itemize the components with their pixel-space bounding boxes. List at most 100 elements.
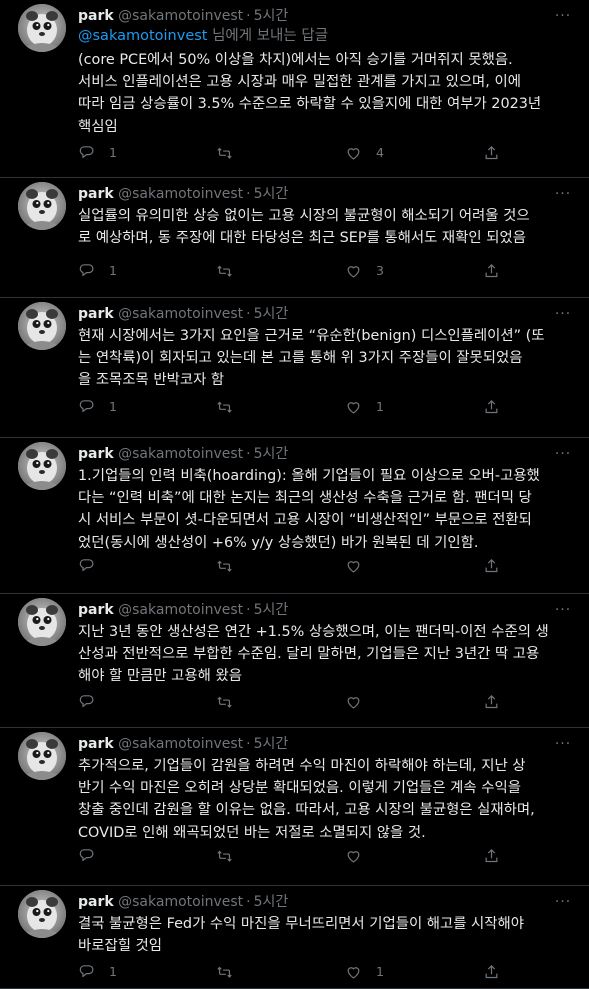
- retweet-button[interactable]: [216, 845, 247, 865]
- tweet[interactable]: park @sakamotoinvest · 5시간 ··· 현재 시장에서는 3가지 …: [0, 298, 589, 438]
- share-button[interactable]: [483, 691, 500, 711]
- author-name[interactable]: park: [78, 894, 114, 910]
- retweet-button[interactable]: [216, 142, 247, 162]
- like-count: 1: [376, 963, 384, 979]
- share-button[interactable]: [483, 142, 500, 162]
- reply-icon: [79, 848, 94, 861]
- avatar[interactable]: [18, 732, 66, 780]
- tweet-actions: [78, 555, 577, 575]
- heart-icon: [347, 696, 360, 708]
- reply-button[interactable]: 1: [78, 396, 117, 416]
- tweet-text-line: 1.기업들의 인력 비축(hoarding): 올해 기업들이 필요 이상으로 …: [78, 468, 540, 484]
- tweet[interactable]: park @sakamotoinvest · 5시간 ··· @sakamotoinve…: [0, 0, 589, 178]
- tweet[interactable]: park @sakamotoinvest · 5시간 ··· 추가적으로, 기업들이 감…: [0, 728, 589, 886]
- timestamp[interactable]: 5시간: [254, 8, 289, 24]
- tweet-text-line: 실업률의 유의미한 상승 없이는 고용 시장의 불균형이 해소되기 어려울 것으: [78, 208, 530, 224]
- like-button[interactable]: [345, 691, 376, 711]
- author-handle[interactable]: @sakamotoinvest: [118, 446, 243, 462]
- tweet[interactable]: park @sakamotoinvest · 5시간 ··· 결국 불균형은 Fed가 …: [0, 886, 589, 989]
- share-button[interactable]: [483, 555, 500, 575]
- tweet-header: park @sakamotoinvest · 5시간: [78, 892, 288, 912]
- timestamp[interactable]: 5시간: [254, 306, 289, 322]
- reply-to-label: 님에게 보내는 답글: [207, 28, 329, 44]
- share-button[interactable]: [483, 396, 500, 416]
- more-options-icon[interactable]: ···: [553, 444, 573, 464]
- timestamp[interactable]: 5시간: [254, 894, 289, 910]
- share-icon: [485, 263, 498, 277]
- retweet-button[interactable]: [216, 961, 247, 981]
- reply-button[interactable]: 1: [78, 142, 117, 162]
- author-handle[interactable]: @sakamotoinvest: [118, 8, 243, 24]
- tweet-header: park @sakamotoinvest · 5시간: [78, 734, 288, 754]
- reply-mention-link[interactable]: @sakamotoinvest: [78, 28, 207, 44]
- more-options-icon[interactable]: ···: [553, 734, 573, 754]
- tweet-text-line: 다는 “인력 비축”에 대한 논지는 최근의 생산성 수축을 근거로 함. 팬더…: [78, 490, 532, 507]
- author-name[interactable]: park: [78, 602, 114, 618]
- heart-icon: [347, 401, 360, 413]
- reply-button[interactable]: 1: [78, 260, 117, 280]
- author-name[interactable]: park: [78, 186, 114, 202]
- share-button[interactable]: [483, 845, 500, 865]
- reply-icon: [79, 399, 94, 412]
- avatar[interactable]: [18, 302, 66, 350]
- like-button[interactable]: [345, 845, 376, 865]
- retweet-button[interactable]: [216, 396, 247, 416]
- more-options-icon[interactable]: ···: [553, 600, 573, 620]
- heart-icon: [347, 966, 360, 978]
- author-handle[interactable]: @sakamotoinvest: [118, 894, 243, 910]
- avatar[interactable]: [18, 4, 66, 52]
- author-handle[interactable]: @sakamotoinvest: [118, 186, 243, 202]
- retweet-button[interactable]: [216, 691, 247, 711]
- like-button[interactable]: 3: [345, 260, 384, 280]
- author-handle[interactable]: @sakamotoinvest: [118, 602, 243, 618]
- author-name[interactable]: park: [78, 8, 114, 24]
- share-icon: [485, 694, 498, 708]
- replying-to: @sakamotoinvest 님에게 보내는 답글: [78, 24, 328, 48]
- reply-button[interactable]: [78, 845, 109, 865]
- tweet-text: 현재 시장에서는 3가지 요인을 근거로 “유순한(benign) 디스인플레이…: [78, 325, 577, 392]
- separator-dot: ·: [246, 186, 251, 202]
- tweet[interactable]: park @sakamotoinvest · 5시간 ··· 실업률의 유의미한 상승 …: [0, 178, 589, 298]
- reply-button[interactable]: 1: [78, 961, 117, 981]
- timestamp[interactable]: 5시간: [254, 186, 289, 202]
- more-options-icon[interactable]: ···: [553, 6, 573, 26]
- author-handle[interactable]: @sakamotoinvest: [118, 736, 243, 752]
- more-options-icon[interactable]: ···: [553, 184, 573, 204]
- timestamp[interactable]: 5시간: [254, 446, 289, 462]
- retweet-icon: [217, 147, 232, 159]
- tweet-text: 결국 불균형은 Fed가 수익 마진을 무너뜨리면서 기업들이 해고를 시작해야…: [78, 913, 577, 957]
- author-name[interactable]: park: [78, 736, 114, 752]
- like-button[interactable]: [345, 555, 376, 575]
- tweet[interactable]: park @sakamotoinvest · 5시간 ··· 지난 3년 동안 생산성은…: [0, 594, 589, 728]
- avatar[interactable]: [18, 182, 66, 230]
- share-button[interactable]: [483, 961, 500, 981]
- timestamp[interactable]: 5시간: [254, 602, 289, 618]
- tweet-text-line: 추가적으로, 기업들이 감원을 하려면 수익 마진이 하락해야 하는데, 지난 …: [78, 758, 526, 774]
- reply-icon: [79, 694, 94, 707]
- tweet-header: park @sakamotoinvest · 5시간: [78, 600, 288, 620]
- heart-icon: [347, 850, 360, 862]
- separator-dot: ·: [246, 446, 251, 462]
- author-name[interactable]: park: [78, 446, 114, 462]
- like-button[interactable]: 1: [345, 396, 384, 416]
- reply-button[interactable]: [78, 691, 109, 711]
- retweet-button[interactable]: [216, 555, 247, 575]
- timestamp[interactable]: 5시간: [254, 736, 289, 752]
- tweet-actions: [78, 691, 577, 711]
- author-handle[interactable]: @sakamotoinvest: [118, 306, 243, 322]
- like-button[interactable]: 4: [345, 142, 384, 162]
- reply-count: 1: [109, 262, 117, 278]
- retweet-button[interactable]: [216, 260, 247, 280]
- reply-button[interactable]: [78, 555, 109, 575]
- share-button[interactable]: [483, 260, 500, 280]
- tweet[interactable]: park @sakamotoinvest · 5시간 ··· 1.기업들의 인력 비축(…: [0, 438, 589, 594]
- avatar[interactable]: [18, 890, 66, 938]
- separator-dot: ·: [246, 8, 251, 24]
- avatar[interactable]: [18, 598, 66, 646]
- share-icon: [485, 558, 498, 572]
- more-options-icon[interactable]: ···: [553, 892, 573, 912]
- author-name[interactable]: park: [78, 306, 114, 322]
- more-options-icon[interactable]: ···: [553, 304, 573, 324]
- avatar[interactable]: [18, 442, 66, 490]
- like-button[interactable]: 1: [345, 961, 384, 981]
